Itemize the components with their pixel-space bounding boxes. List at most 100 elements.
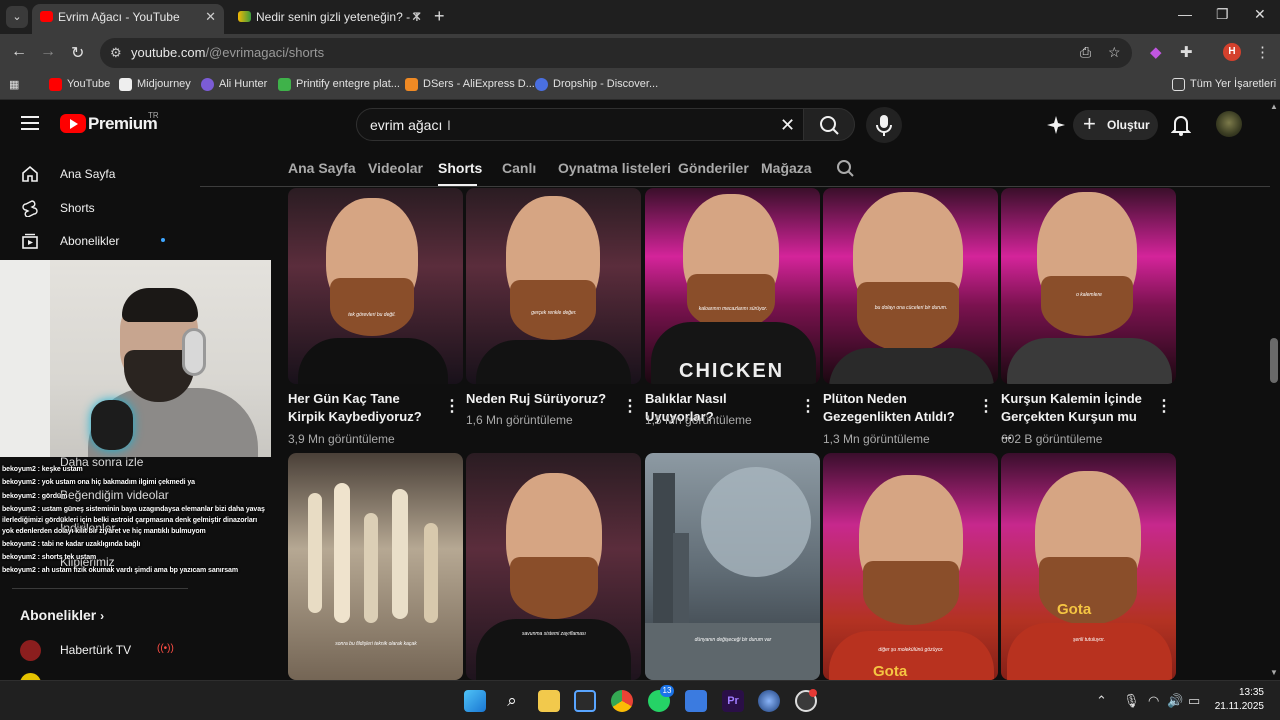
tab-posts[interactable]: Gönderiler	[678, 160, 749, 176]
voice-search-button[interactable]	[866, 107, 902, 143]
bookmark-ali-hunter[interactable]: Ali Hunter	[201, 78, 267, 91]
short-views: 1,6 Mn görüntüleme	[466, 413, 573, 427]
short-title[interactable]: Plüton Neden Gezegenlikten Atıldı?	[823, 390, 973, 426]
more-actions-icon[interactable]: ⋮	[800, 396, 816, 416]
maximize-icon[interactable]: ❐	[1216, 6, 1229, 23]
create-button[interactable]: + Oluştur	[1073, 110, 1158, 140]
sidebar-item-subscriptions[interactable]: Abonelikler	[0, 224, 200, 258]
reload-icon[interactable]: ↻	[71, 43, 84, 63]
search-input[interactable]: evrim ağacı I ✕	[356, 108, 812, 141]
short-thumbnail[interactable]: dünyanın değişeceği bir durum var	[645, 453, 820, 680]
bookmark-star-icon[interactable]: ☆	[1108, 44, 1121, 61]
short-thumbnail[interactable]: gerçek renkle değer.	[466, 188, 641, 384]
short-card[interactable]: gerçek renkle değer.	[466, 188, 641, 384]
page-scrollbar[interactable]	[1270, 100, 1280, 680]
extensions-puzzle-icon[interactable]: ✚	[1180, 43, 1193, 61]
channel-search-icon[interactable]	[836, 159, 856, 184]
close-tab-icon[interactable]: ✕	[205, 4, 216, 30]
premiere-icon[interactable]: Pr	[722, 690, 744, 712]
short-title[interactable]: Neden Ruj Sürüyoruz?	[466, 390, 616, 408]
tab-shorts[interactable]: Shorts	[438, 160, 482, 176]
notifications-bell-icon[interactable]	[1170, 114, 1192, 141]
chrome-icon[interactable]	[611, 690, 633, 712]
tab-playlists[interactable]: Oynatma listeleri	[558, 160, 671, 176]
channel-haberturk[interactable]: Habertürk TV ((•))	[20, 640, 200, 670]
start-windows-icon[interactable]	[464, 690, 486, 712]
site-info-icon[interactable]: ⚙	[110, 45, 122, 61]
short-thumbnail[interactable]: Gota şerili tutuluyor.	[1001, 453, 1176, 680]
short-title[interactable]: Her Gün Kaç Tane Kirpik Kaybediyoruz?	[288, 390, 438, 426]
short-thumbnail[interactable]: bu dolayı ona cüceleri bir durum.	[823, 188, 998, 384]
bookmark-dsers[interactable]: DSers - AliExpress D...	[405, 78, 535, 91]
short-thumbnail[interactable]: sonra bu fildişleri teknik olarak kaçak	[288, 453, 463, 680]
tab-videos[interactable]: Videolar	[368, 160, 423, 176]
scroll-down-icon[interactable]: ▼	[1270, 668, 1278, 677]
taskbar-search-icon[interactable]: ⌕	[501, 690, 523, 712]
bookmark-printify[interactable]: Printify entegre plat...	[278, 78, 400, 91]
channel-partial[interactable]	[20, 673, 200, 680]
tab-live[interactable]: Canlı	[502, 160, 536, 176]
short-thumbnail[interactable]: Gota diğer şu molekülünü gözüyor.	[823, 453, 998, 680]
clear-search-icon[interactable]: ✕	[780, 115, 795, 136]
url-field[interactable]: ⚙ youtube.com/@evrimagaci/shorts ⎙ ☆	[100, 38, 1132, 68]
apps-grid-icon[interactable]: ▦	[9, 78, 19, 91]
short-card[interactable]: dünyanın değişeceği bir durum var	[645, 453, 820, 680]
app-icon[interactable]	[574, 690, 596, 712]
account-avatar[interactable]	[1216, 111, 1242, 137]
scroll-up-icon[interactable]: ▲	[1270, 102, 1278, 111]
more-actions-icon[interactable]: ⋮	[444, 396, 460, 416]
short-card[interactable]: o kalemlere	[1001, 188, 1176, 384]
short-card[interactable]: bu dolayı ona cüceleri bir durum.	[823, 188, 998, 384]
ai-sparkle-icon[interactable]	[1046, 115, 1066, 140]
tab-second[interactable]: Nedir senin gizli yeteneğin? - T ✕	[230, 4, 430, 34]
short-card[interactable]: sonra bu fildişleri teknik olarak kaçak	[288, 453, 463, 680]
volume-icon[interactable]: 🔊	[1167, 693, 1183, 709]
more-actions-icon[interactable]: ⋮	[978, 396, 994, 416]
file-explorer-icon[interactable]	[538, 690, 560, 712]
sidebar-item-shorts[interactable]: Shorts	[0, 191, 200, 225]
short-thumbnail[interactable]: tek görevleri bu değil.	[288, 188, 463, 384]
more-actions-icon[interactable]: ⋮	[1156, 396, 1172, 416]
install-app-icon[interactable]: ⎙	[1080, 44, 1091, 61]
close-window-icon[interactable]: ✕	[1254, 6, 1266, 23]
extension-icon[interactable]: ◆	[1150, 43, 1162, 61]
new-tab-icon[interactable]: +	[434, 6, 445, 27]
scrollbar-thumb[interactable]	[1270, 338, 1278, 383]
tab-store[interactable]: Mağaza	[761, 160, 812, 176]
tray-chevron-icon[interactable]: ⌃	[1096, 693, 1107, 709]
bookmark-midjourney[interactable]: Midjourney	[119, 78, 191, 91]
search-button[interactable]	[803, 108, 855, 141]
back-icon[interactable]: ←	[11, 43, 27, 61]
short-card[interactable]: Gota diğer şu molekülünü gözüyor.	[823, 453, 998, 680]
store-icon[interactable]	[685, 690, 707, 712]
tab-search-button[interactable]: ⌄	[6, 6, 28, 28]
profile-avatar[interactable]: H	[1223, 43, 1241, 61]
tab-youtube[interactable]: Evrim Ağacı - YouTube ✕	[32, 4, 224, 34]
forward-icon[interactable]: →	[40, 43, 56, 61]
youtube-logo-icon[interactable]	[60, 114, 86, 133]
short-thumbnail[interactable]: o kalemlere	[1001, 188, 1176, 384]
taskbar-clock[interactable]: 13:35 21.11.2025	[1206, 686, 1264, 714]
close-tab-icon[interactable]: ✕	[411, 4, 422, 30]
bookmark-dropship[interactable]: Dropship - Discover...	[535, 78, 658, 91]
logo-premium-text[interactable]: Premium	[88, 114, 158, 134]
tray-mic-icon[interactable]: 🎙	[1123, 693, 1140, 709]
short-thumbnail[interactable]: CHICKEN kaloarının mecazlarını sürüyor.	[645, 188, 820, 384]
all-bookmarks-folder[interactable]: Tüm Yer İşaretleri	[1172, 78, 1276, 91]
short-card[interactable]: Gota şerili tutuluyor.	[1001, 453, 1176, 680]
short-card[interactable]: CHICKEN kaloarının mecazlarını sürüyor.	[645, 188, 820, 384]
sidebar-item-home[interactable]: Ana Sayfa	[0, 157, 200, 191]
bookmark-youtube[interactable]: YouTube	[49, 78, 110, 91]
minimize-icon[interactable]: —	[1178, 6, 1192, 22]
more-actions-icon[interactable]: ⋮	[622, 396, 638, 416]
guide-menu-icon[interactable]	[21, 116, 39, 134]
menu-kebab-icon[interactable]: ⋮	[1255, 43, 1270, 61]
short-card[interactable]: savunma sistemi zayıflaması	[466, 453, 641, 680]
subscriptions-header[interactable]: Abonelikler ›	[20, 607, 104, 623]
short-thumbnail[interactable]: savunma sistemi zayıflaması	[466, 453, 641, 680]
short-caption: kaloarının mecazlarını sürüyor.	[698, 306, 768, 312]
battery-icon[interactable]: ▭	[1188, 693, 1200, 709]
app-circle-icon[interactable]	[758, 690, 780, 712]
wifi-icon[interactable]: ◠	[1148, 693, 1159, 709]
tab-home[interactable]: Ana Sayfa	[288, 160, 356, 176]
